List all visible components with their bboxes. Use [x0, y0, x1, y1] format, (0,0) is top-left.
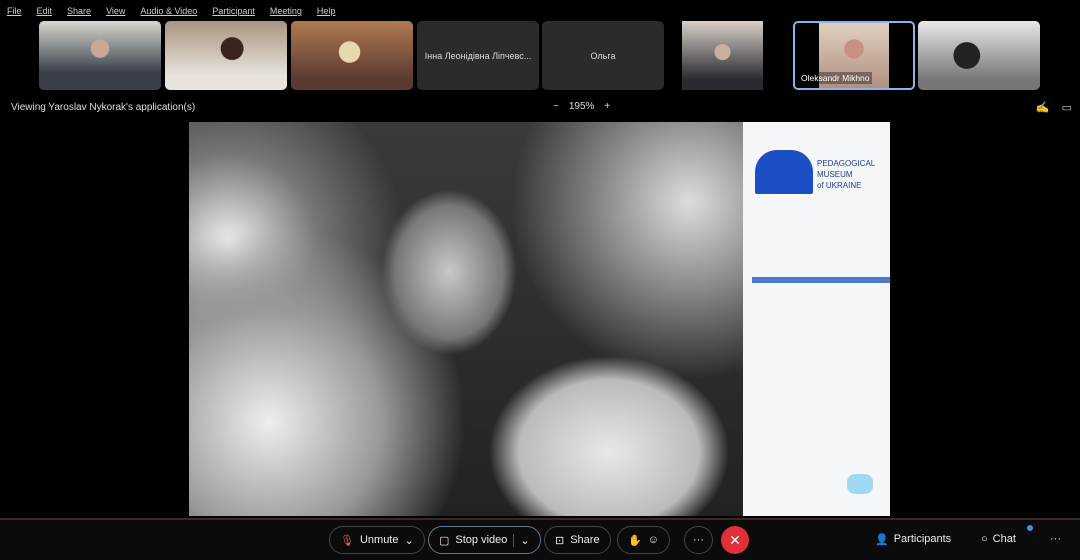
- divider-bar: [752, 277, 890, 283]
- raise-hand-icon[interactable]: ✋: [628, 534, 642, 547]
- video-feed: [165, 21, 287, 90]
- share-button[interactable]: ⊡ Share: [544, 526, 611, 554]
- participant-name: Ольга: [590, 50, 616, 61]
- view-controls: ✍ ▭: [1036, 101, 1072, 114]
- menu-view[interactable]: View: [106, 6, 125, 16]
- participant-tile-active[interactable]: Oleksandr Mikhno: [793, 21, 915, 90]
- meeting-toolbar: 🎙 Unmute ⌄ ▢ Stop video ⌄ ⊡ Share ✋ ☺ ··· ✕ 👤 P…: [0, 518, 1080, 560]
- participant-tile[interactable]: [918, 21, 1040, 90]
- end-call-button[interactable]: ✕: [721, 526, 749, 554]
- shared-screen: PEDAGOGICAL MUSEUM of UKRAINE: [189, 122, 890, 516]
- share-icon: ⊡: [555, 534, 565, 547]
- menu-edit[interactable]: Edit: [37, 6, 53, 16]
- museum-logo-icon: [755, 150, 813, 194]
- menu-file[interactable]: File: [7, 6, 22, 16]
- video-feed: [682, 21, 763, 90]
- more-button[interactable]: ···: [684, 526, 713, 554]
- annotate-icon[interactable]: ✍: [1036, 101, 1050, 114]
- chat-notification-badge: [1027, 525, 1033, 531]
- emoji-icon[interactable]: ☺: [648, 534, 659, 546]
- participant-name: Інна Леонідівна Ліпчевс...: [424, 50, 532, 61]
- participant-tile[interactable]: Інна Леонідівна Ліпчевс...: [417, 21, 539, 90]
- participant-tile[interactable]: Ольга: [542, 21, 664, 90]
- participant-tile[interactable]: [668, 21, 790, 90]
- video-feed: [918, 21, 1040, 90]
- zoom-control: − 195% +: [553, 101, 610, 112]
- participant-tile[interactable]: [39, 21, 161, 90]
- participant-tile[interactable]: [291, 21, 413, 90]
- video-feed: [291, 21, 413, 90]
- menu-audio-video[interactable]: Audio & Video: [140, 6, 197, 16]
- mic-muted-icon: 🎙: [340, 534, 354, 547]
- participants-icon: 👤: [875, 534, 889, 546]
- overflow-menu-button[interactable]: ···: [1050, 533, 1061, 545]
- participant-name: Oleksandr Mikhno: [799, 72, 872, 84]
- menu-meeting[interactable]: Meeting: [270, 6, 302, 16]
- participants-button[interactable]: 👤 Participants: [875, 533, 951, 546]
- viewing-label: Viewing Yaroslav Nykorak's application(s…: [11, 102, 196, 113]
- menu-participant[interactable]: Participant: [212, 6, 255, 16]
- shared-photo: [189, 122, 743, 516]
- chevron-down-icon[interactable]: ⌄: [513, 533, 530, 547]
- unmute-button[interactable]: 🎙 Unmute ⌄: [329, 526, 425, 554]
- participant-tile[interactable]: [165, 21, 287, 90]
- zoom-level: 195%: [568, 101, 595, 112]
- menu-help[interactable]: Help: [317, 6, 336, 16]
- chevron-down-icon[interactable]: ⌄: [405, 534, 414, 547]
- chat-icon: ○: [981, 533, 988, 545]
- menu-bar: File Edit Share View Audio & Video Parti…: [7, 6, 335, 16]
- zoom-out-button[interactable]: −: [553, 101, 559, 112]
- chat-button[interactable]: ○ Chat: [981, 533, 1016, 545]
- camera-icon: ▢: [439, 534, 450, 547]
- slide-panel: PEDAGOGICAL MUSEUM of UKRAINE: [743, 122, 890, 516]
- screen-share-icon[interactable]: ▭: [1062, 101, 1072, 114]
- menu-share[interactable]: Share: [67, 6, 91, 16]
- zoom-in-button[interactable]: +: [604, 101, 610, 112]
- museum-logo-text: PEDAGOGICAL MUSEUM of UKRAINE: [817, 159, 876, 190]
- watermark-icon: [847, 474, 873, 494]
- stop-video-button[interactable]: ▢ Stop video ⌄: [428, 526, 541, 554]
- reactions-group[interactable]: ✋ ☺: [617, 526, 670, 554]
- video-feed: [39, 21, 161, 90]
